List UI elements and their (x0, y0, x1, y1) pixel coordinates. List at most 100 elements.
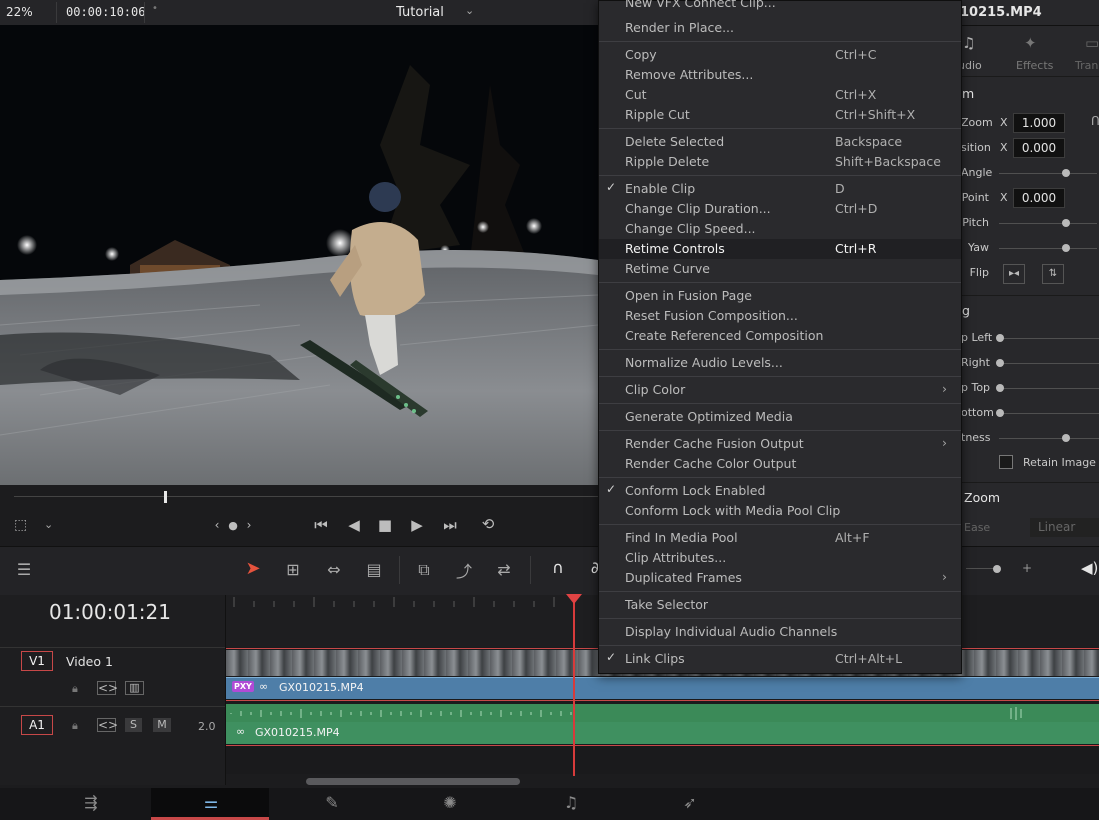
replace-clip-icon[interactable]: ⇄ (491, 560, 517, 579)
timeline-view-options-icon[interactable]: ☰ (11, 560, 37, 579)
deliver-page-icon[interactable]: ➶ (675, 793, 705, 812)
selection-mode-icon[interactable]: ➤ (240, 558, 266, 579)
play-icon[interactable]: ▶ (406, 516, 428, 534)
go-to-end-icon[interactable]: ⏭ (439, 516, 461, 534)
color-page-icon[interactable]: ✺ (435, 793, 465, 812)
rotation-angle-slider-handle[interactable] (1062, 169, 1070, 177)
crop-right-slider[interactable] (999, 363, 1099, 364)
next-marker-icon[interactable]: › (238, 518, 260, 532)
zoom-x-input[interactable]: 1.000 (1013, 113, 1065, 133)
menu-item-clip-color[interactable]: Clip Color › (599, 380, 961, 400)
menu-item-reset-fusion-composition[interactable]: Reset Fusion Composition... (599, 306, 961, 326)
viewer-video-frame[interactable] (0, 25, 598, 485)
timeline-horizontal-scrollbar[interactable] (306, 778, 520, 785)
lock-icon[interactable]: 🔒︎ (72, 719, 78, 733)
menu-item-find-in-media-pool[interactable]: Find In Media Pool Alt+F (599, 528, 961, 548)
dynamic-trim-mode-icon[interactable]: ⇔ (321, 560, 347, 579)
menu-item-change-clip-duration[interactable]: Change Clip Duration... Ctrl+D (599, 199, 961, 219)
zoom-link-icon[interactable]: ᑎ (1091, 114, 1099, 128)
fusion-page-icon[interactable]: ✎ (317, 793, 347, 812)
menu-item-generate-optimized-media[interactable]: Generate Optimized Media (599, 407, 961, 427)
zoom-in-icon[interactable]: + (1022, 561, 1032, 575)
menu-item-duplicated-frames[interactable]: Duplicated Frames › (599, 568, 961, 588)
crop-top-slider[interactable] (999, 388, 1099, 389)
auto-select-icon[interactable]: <> (97, 718, 118, 732)
menu-item-conform-lock-with-media-pool-clip[interactable]: Conform Lock with Media Pool Clip (599, 501, 961, 521)
auto-select-icon[interactable]: <> (97, 681, 118, 695)
menu-item-cut[interactable]: Cut Ctrl+X (599, 85, 961, 105)
viewer-transform-icon[interactable]: ⬚ (14, 517, 27, 533)
yaw-slider[interactable] (999, 248, 1097, 249)
timeline-timecode[interactable]: 01:00:01:21 (0, 600, 220, 624)
viewer-timeline-title[interactable]: Tutorial (380, 5, 460, 20)
crop-softness-slider-handle[interactable] (1062, 434, 1070, 442)
audio-tab-icon[interactable]: ♫ (962, 34, 975, 52)
menu-item-enable-clip[interactable]: ✓ Enable Clip D (599, 179, 961, 199)
go-to-start-icon[interactable]: ⏮ (310, 516, 332, 534)
inspector-tab-transition[interactable]: Tran (1075, 59, 1098, 72)
menu-item-copy[interactable]: Copy Ctrl+C (599, 45, 961, 65)
cropping-section-title[interactable]: g (962, 303, 970, 318)
track-a1-label[interactable]: A1 (21, 715, 53, 735)
lock-icon[interactable]: 🔒︎ (72, 682, 78, 696)
chevron-down-icon[interactable]: ⌄ (44, 518, 53, 531)
menu-item-create-referenced-composition[interactable]: Create Referenced Composition (599, 326, 961, 346)
crop-softness-slider[interactable] (999, 438, 1099, 439)
menu-item-delete-selected[interactable]: Delete Selected Backspace (599, 132, 961, 152)
menu-item-ripple-delete[interactable]: Ripple Delete Shift+Backspace (599, 152, 961, 172)
menu-item-take-selector[interactable]: Take Selector (599, 595, 961, 615)
viewer-timecode[interactable]: 00:00:10:06 (66, 5, 145, 19)
crop-right-slider-handle[interactable] (996, 359, 1004, 367)
track-video-toggle-icon[interactable]: ▥ (125, 681, 144, 695)
timeline-zoom-slider-handle[interactable] (993, 565, 1001, 573)
position-x-input[interactable]: 0.000 (1013, 138, 1065, 158)
dynamic-zoom-ease-select[interactable]: Linear (1030, 518, 1099, 537)
play-reverse-icon[interactable]: ◀ (343, 516, 365, 534)
crop-left-slider-handle[interactable] (996, 334, 1004, 342)
blade-edit-mode-icon[interactable]: ▤ (361, 560, 387, 579)
flip-vertical-icon[interactable]: ⇅ (1042, 264, 1064, 284)
menu-item-change-clip-speed[interactable]: Change Clip Speed... (599, 219, 961, 239)
timeline-playhead[interactable] (573, 600, 575, 776)
snapping-icon[interactable]: ∩ (545, 558, 571, 577)
viewer-zoom-level[interactable]: 22% (6, 5, 33, 19)
insert-clip-icon[interactable]: ⧉ (411, 560, 437, 580)
playhead-handle[interactable] (566, 594, 582, 604)
audio-clip[interactable]: ∞ GX010215.MP4 (226, 722, 1099, 744)
pitch-slider-handle[interactable] (1062, 219, 1070, 227)
effects-tab-icon[interactable]: ✦ (1024, 34, 1037, 52)
menu-item-link-clips[interactable]: ✓ Link Clips Ctrl+Alt+L (599, 649, 961, 669)
dynamic-zoom-section-title[interactable]: Zoom (964, 490, 1000, 505)
menu-item-render-cache-color-output[interactable]: Render Cache Color Output (599, 454, 961, 474)
menu-item-clip-attributes[interactable]: Clip Attributes... (599, 548, 961, 568)
menu-item-render-cache-fusion-output[interactable]: Render Cache Fusion Output › (599, 434, 961, 454)
overwrite-clip-icon[interactable]: ⤴ (451, 558, 477, 582)
crop-bottom-slider[interactable] (999, 413, 1099, 414)
menu-item-ripple-cut[interactable]: Ripple Cut Ctrl+Shift+X (599, 105, 961, 125)
menu-item-remove-attributes[interactable]: Remove Attributes... (599, 65, 961, 85)
audio-waveform[interactable] (226, 704, 1099, 722)
cut-page-icon[interactable]: ⇶ (76, 793, 106, 812)
transition-tab-icon[interactable]: ▭ (1085, 34, 1099, 52)
menu-item-render-in-place[interactable]: Render in Place... (599, 18, 961, 38)
stop-icon[interactable]: ■ (374, 516, 396, 534)
flip-horizontal-icon[interactable]: ▸◂ (1003, 264, 1025, 284)
timeline-zoom-slider[interactable] (966, 568, 994, 569)
menu-item-normalize-audio-levels[interactable]: Normalize Audio Levels... (599, 353, 961, 373)
yaw-slider-handle[interactable] (1062, 244, 1070, 252)
crop-left-slider[interactable] (999, 338, 1099, 339)
volume-icon[interactable]: ◀) (1081, 559, 1098, 577)
viewer-scrub-handle[interactable] (164, 491, 167, 503)
menu-item-display-individual-audio-channels[interactable]: Display Individual Audio Channels (599, 622, 961, 642)
viewer-scrub-bar[interactable] (14, 496, 598, 497)
mute-button[interactable]: M (153, 718, 171, 732)
menu-item-open-in-fusion-page[interactable]: Open in Fusion Page (599, 286, 961, 306)
fairlight-page-icon[interactable]: ♫ (556, 793, 586, 812)
menu-item-retime-curve[interactable]: Retime Curve (599, 259, 961, 279)
menu-item-retime-controls[interactable]: Retime Controls Ctrl+R (599, 239, 961, 259)
menu-item-conform-lock-enabled[interactable]: ✓ Conform Lock Enabled (599, 481, 961, 501)
video-clip[interactable]: PXY ∞ GX010215.MP4 (226, 677, 1099, 699)
transform-section-title[interactable]: m (962, 86, 974, 101)
track-v1-name[interactable]: Video 1 (66, 654, 113, 669)
track-v1-label[interactable]: V1 (21, 651, 53, 671)
